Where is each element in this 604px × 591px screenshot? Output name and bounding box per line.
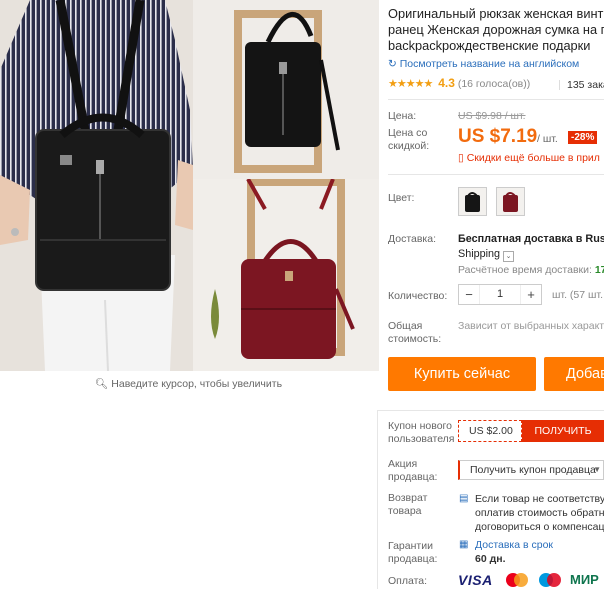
maestro-icon	[536, 572, 564, 588]
return-label: Возврат товара	[388, 492, 428, 517]
return-line: Если товар не соответствуе	[475, 493, 604, 505]
payment-label: Оплата:	[388, 575, 428, 587]
rating-votes[interactable]: (16 голоса(ов))	[458, 78, 530, 90]
mir-icon: МИР	[570, 572, 599, 587]
caret-down-icon: ▼	[593, 465, 601, 474]
shipping-sub-text: Shipping	[458, 248, 501, 260]
guarantee-text: Доставка в срок	[475, 539, 554, 551]
shipping-selector[interactable]: Shipping ⌄	[458, 248, 515, 262]
translate-link-text[interactable]: Посмотреть название на английском	[400, 58, 580, 70]
original-price: US $9.98 / шт.	[458, 110, 526, 122]
visa-icon: VISA	[458, 572, 493, 588]
coupon-value: US $2.00	[458, 420, 522, 442]
color-label: Цвет:	[388, 192, 415, 204]
app-discount-note[interactable]: ▯ Скидки ещё больше в прил	[458, 152, 600, 164]
price-label: Цена:	[388, 110, 417, 122]
seller-promo-label: Акция продавца:	[388, 458, 438, 483]
product-title: Оригинальный рюкзак женская винт ранец Ж…	[388, 6, 604, 54]
return-icon: ▤	[459, 493, 469, 504]
magnifier-icon: 🔍︎	[95, 378, 109, 390]
title-line: backpackрождественские подарки	[388, 38, 591, 53]
product-thumbnail-black[interactable]	[193, 0, 379, 179]
quantity-input[interactable]: 1	[479, 285, 521, 304]
chevron-down-icon[interactable]: ⌄	[503, 251, 515, 262]
return-line: договориться о компенсаци	[475, 521, 604, 533]
total-note: Зависит от выбранных характе	[458, 320, 604, 332]
guarantee-info: Доставка в срок 60 дн.	[475, 538, 553, 566]
guarantee-label: Гарантии продавца:	[388, 540, 438, 565]
shipping-main-text: Бесплатная доставка в Russia	[458, 233, 604, 245]
orders-count: 135 заказ	[558, 79, 604, 91]
rating-value: 4.3	[438, 76, 455, 90]
available-stock: шт. (57 шт.	[552, 289, 603, 301]
quantity-decrease-button[interactable]: −	[459, 287, 479, 302]
quantity-label: Количество:	[388, 290, 448, 302]
discount-price-label: Цена со скидкой:	[388, 127, 430, 152]
seller-coupon-text: Получить купон продавца	[470, 464, 596, 476]
quantity-increase-button[interactable]: +	[521, 287, 541, 302]
mastercard-icon	[503, 572, 531, 588]
get-coupon-button[interactable]: ПОЛУЧИТЬ	[522, 420, 604, 442]
delivery-time-value: 17	[594, 264, 604, 276]
rating[interactable]: ★★★★★ 4.3 (16 голоса(ов))	[388, 76, 530, 90]
calendar-icon: ▦	[459, 539, 469, 550]
price-unit: / шт.	[537, 133, 558, 145]
product-thumbnail-burgundy[interactable]	[193, 179, 379, 371]
buy-now-button[interactable]: Купить сейчас	[388, 357, 536, 391]
sale-price: US $7.19	[458, 126, 538, 147]
new-user-coupon-label: Купон нового пользователя	[388, 420, 455, 445]
add-to-cart-button[interactable]: Добав	[544, 357, 604, 391]
shipping-method[interactable]: Бесплатная доставка в Russia	[458, 233, 604, 245]
zoom-hint-text: Наведите курсор, чтобы увеличить	[111, 378, 283, 390]
delivery-time-label: Расчётное время доставки:	[458, 264, 592, 276]
shipping-label: Доставка:	[388, 233, 437, 245]
divider	[388, 99, 604, 100]
color-option-burgundy[interactable]	[496, 187, 525, 216]
discount-badge: -28%	[568, 131, 598, 144]
rating-stars-icon: ★★★★★	[388, 78, 433, 90]
total-label: Общая стоимость:	[388, 320, 442, 345]
guarantee-days: 60 дн.	[475, 553, 506, 565]
delivery-time: Расчётное время доставки: 17	[458, 264, 604, 276]
translate-icon: ↻	[388, 58, 397, 70]
color-option-black[interactable]	[458, 187, 487, 216]
main-product-image[interactable]	[0, 0, 193, 371]
app-discount-text[interactable]: Скидки ещё больше в прил	[467, 152, 600, 164]
translate-link[interactable]: ↻ Посмотреть название на английском	[388, 58, 579, 70]
zoom-hint: 🔍︎ Наведите курсор, чтобы увеличить	[95, 377, 282, 390]
divider	[388, 174, 604, 175]
return-policy: Если товар не соответствуе оплатив стоим…	[475, 492, 604, 534]
seller-coupon-select[interactable]: Получить купон продавца ▼	[458, 460, 604, 480]
title-line: ранец Женская дорожная сумка на п	[388, 22, 604, 37]
return-line: оплатив стоимость обратно	[475, 507, 604, 519]
quantity-stepper[interactable]: − 1 +	[458, 284, 542, 305]
title-line: Оригинальный рюкзак женская винт	[388, 6, 604, 21]
phone-icon: ▯	[458, 152, 464, 164]
